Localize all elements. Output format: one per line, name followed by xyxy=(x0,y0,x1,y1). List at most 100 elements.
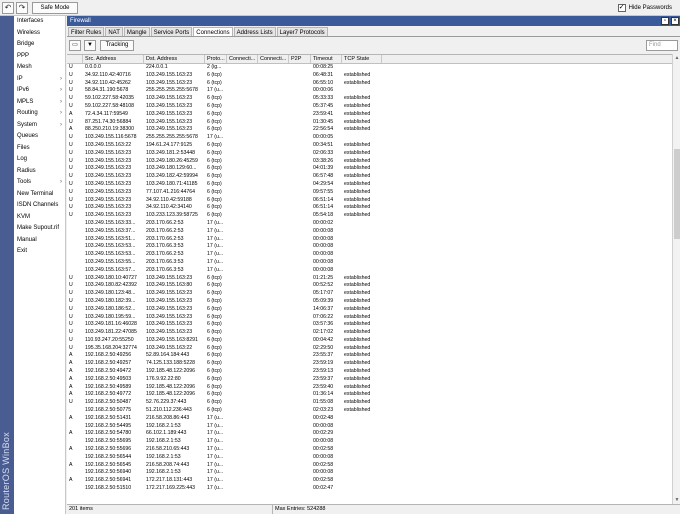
safe-mode-button[interactable]: Safe Mode xyxy=(32,2,78,14)
table-row[interactable]: U 103.249.155.163:23 103.249.182.42:59994 6… xyxy=(67,173,680,181)
menu-item-interfaces[interactable]: Interfaces xyxy=(14,16,65,28)
menu-item-log[interactable]: Log xyxy=(14,154,65,166)
table-row[interactable]: 192.168.2.50:51510 172.217.169.225:443 17 … xyxy=(67,485,680,493)
table-row[interactable]: 192.168.2.50:54495 192.168.2.1:53 17 (u...… xyxy=(67,423,680,431)
table-row[interactable]: 192.168.2.50:56940 192.168.2.1:53 17 (u...… xyxy=(67,469,680,477)
table-row[interactable]: 192.168.2.50:55695 192.168.2.1:53 17 (u...… xyxy=(67,438,680,446)
hide-passwords-checkbox[interactable]: ✓ xyxy=(617,4,626,12)
table-row[interactable]: U 192.168.2.50:50487 52.76.229.37:443 6 (tc… xyxy=(67,399,680,407)
menu-item-mesh[interactable]: Mesh xyxy=(14,62,65,74)
table-row[interactable]: U 110.93.247.20:55250 103.249.155.163:8291… xyxy=(67,337,680,345)
table-row[interactable]: 192.168.2.50:50775 51.210.112.236:443 6 (t… xyxy=(67,407,680,415)
table-row[interactable]: A 192.168.2.50:49503 176.9.92.22:80 6 (tcp)… xyxy=(67,376,680,384)
menu-item-kvm[interactable]: KVM xyxy=(14,212,65,224)
table-row[interactable]: U 103.249.155.163:23 34.92.110.42:34140 6 (… xyxy=(67,204,680,212)
table-row[interactable]: 103.249.155.163:37... 203.170.66.2:53 17 (… xyxy=(67,228,680,236)
redo-icon[interactable]: ↷ xyxy=(16,2,28,14)
table-row[interactable]: 103.249.155.163:53... 203.170.66.2:53 17 (… xyxy=(67,251,680,259)
table-row[interactable]: 103.249.155.163:33... 203.170.66.2:53 17 (… xyxy=(67,220,680,228)
column-header[interactable]: Connecti... xyxy=(258,55,289,63)
table-row[interactable]: U 59.102.227.58:42035 103.249.155.163:23 6 … xyxy=(67,95,680,103)
menu-item-files[interactable]: Files xyxy=(14,143,65,155)
menu-icon[interactable]: ▭ xyxy=(69,40,81,51)
menu-item-tools[interactable]: Tools › xyxy=(14,177,65,189)
column-header[interactable]: TCP State xyxy=(342,55,382,63)
vertical-scrollbar[interactable]: ▲ ▼ xyxy=(672,54,680,504)
table-row[interactable]: A 192.168.2.50:49257 74.125.133.188:5228 6 … xyxy=(67,360,680,368)
tab-address-lists[interactable]: Address Lists xyxy=(233,27,276,36)
menu-item-make-supout-rif[interactable]: Make Supout.rif xyxy=(14,223,65,235)
menu-item-system[interactable]: System › xyxy=(14,120,65,132)
table-row[interactable]: U 103.249.180.123:48... 103.249.155.163:23… xyxy=(67,290,680,298)
tab-connections[interactable]: Connections xyxy=(193,27,233,36)
scroll-down-icon[interactable]: ▼ xyxy=(673,496,680,504)
scroll-up-icon[interactable]: ▲ xyxy=(673,54,680,62)
table-row[interactable]: A 72.4.34.117:59549 103.249.155.163:23 6 (t… xyxy=(67,111,680,119)
column-header[interactable]: Timeout xyxy=(311,55,342,63)
find-input[interactable]: Find xyxy=(646,40,678,51)
table-row[interactable]: U 103.249.155.163:23 77.107.41.216:44764 6 … xyxy=(67,189,680,197)
table-row[interactable]: U 103.249.155.163:23 103.249.180.129:60...… xyxy=(67,165,680,173)
menu-item-queues[interactable]: Queues xyxy=(14,131,65,143)
table-row[interactable]: U 103.249.155.163:23 103.249.180.26:45259 6… xyxy=(67,158,680,166)
table-row[interactable]: A 192.168.2.50:49589 192.185.48.122:2096 6 … xyxy=(67,384,680,392)
undo-icon[interactable]: ↶ xyxy=(2,2,14,14)
menu-item-bridge[interactable]: Bridge xyxy=(14,39,65,51)
table-row[interactable]: U 87.251.74.30:56884 103.249.155.163:23 6 (… xyxy=(67,119,680,127)
table-row[interactable]: A 192.168.2.50:55696 216.58.210.65:443 17 (… xyxy=(67,446,680,454)
hide-passwords-toggle[interactable]: ✓ Hide Passwords xyxy=(617,3,672,13)
table-row[interactable]: U 103.249.155.116:5678 255.255.255.255:567… xyxy=(67,134,680,142)
table-row[interactable]: U 103.249.181.22:47085 103.249.155.163:23 6… xyxy=(67,329,680,337)
column-header[interactable]: Dst. Address xyxy=(144,55,205,63)
table-row[interactable]: U 103.249.155.163:23 34.92.110.42:59188 6 (… xyxy=(67,197,680,205)
menu-item-mpls[interactable]: MPLS › xyxy=(14,97,65,109)
menu-item-wireless[interactable]: Wireless xyxy=(14,28,65,40)
table-row[interactable]: 103.249.155.163:51... 203.170.66.2:53 17 (… xyxy=(67,236,680,244)
column-header[interactable] xyxy=(67,55,83,63)
close-icon[interactable]: × xyxy=(671,17,679,25)
column-header[interactable]: Connecti... xyxy=(227,55,258,63)
table-row[interactable]: U 103.249.155.163:23 103.249.181.2:53448 6 … xyxy=(67,150,680,158)
table-row[interactable]: U 59.102.227.58:48108 103.249.155.163:23 6 … xyxy=(67,103,680,111)
maximize-icon[interactable]: ▫ xyxy=(661,17,669,25)
filter-icon[interactable]: ▼ xyxy=(84,40,96,51)
table-row[interactable]: A 192.168.2.50:49256 52.89.164.184:443 6 (t… xyxy=(67,352,680,360)
tracking-button[interactable]: Tracking xyxy=(100,40,134,51)
table-row[interactable]: U 103.249.155.163:22 194.61.24.177:9125 6 (… xyxy=(67,142,680,150)
table-row[interactable]: U 58.84.31.190:5678 255.255.255.255:5678 17… xyxy=(67,87,680,95)
menu-item-exit[interactable]: Exit xyxy=(14,246,65,258)
table-row[interactable]: A 192.168.2.50:54780 66.102.1.189:443 17 (u… xyxy=(67,430,680,438)
tab-nat[interactable]: NAT xyxy=(105,27,123,36)
table-row[interactable]: 103.249.155.163:57... 203.170.66.3:53 17 (… xyxy=(67,267,680,275)
column-header[interactable]: Proto... xyxy=(205,55,227,63)
table-row[interactable]: U 34.92.110.42:40716 103.249.155.163:23 6 (… xyxy=(67,72,680,80)
table-row[interactable]: A 192.168.2.50:49472 192.185.48.122:2096 6 … xyxy=(67,368,680,376)
menu-item-radius[interactable]: Radius xyxy=(14,166,65,178)
table-row[interactable]: U 0.0.0.0 224.0.0.1 2 (ig... 00:08:25 xyxy=(67,64,680,72)
table-row[interactable]: U 195.35.168.204:32774 103.249.155.163:22 6… xyxy=(67,345,680,353)
table-row[interactable]: U 103.249.155.163:23 103.233.123.39:58725 6… xyxy=(67,212,680,220)
menu-item-new-terminal[interactable]: New Terminal xyxy=(14,189,65,201)
tab-filter-rules[interactable]: Filter Rules xyxy=(68,27,105,36)
table-row[interactable]: U 103.249.180.195:59... 103.249.155.163:23… xyxy=(67,314,680,322)
menu-item-ipv6[interactable]: IPv6 › xyxy=(14,85,65,97)
column-header[interactable]: P2P xyxy=(289,55,311,63)
table-row[interactable]: A 192.168.2.50:56545 216.58.208.74:443 17 (… xyxy=(67,462,680,470)
menu-item-routing[interactable]: Routing › xyxy=(14,108,65,120)
menu-item-isdn-channels[interactable]: ISDN Channels xyxy=(14,200,65,212)
tab-service-ports[interactable]: Service Ports xyxy=(150,27,193,36)
table-row[interactable]: A 192.168.2.50:49772 192.185.48.122:2096 6 … xyxy=(67,391,680,399)
table-row[interactable]: U 103.249.180.82:42392 103.249.155.163:80 6… xyxy=(67,282,680,290)
table-row[interactable]: U 103.249.180.10:40727 103.249.155.163:23 6… xyxy=(67,275,680,283)
table-row[interactable]: 192.168.2.50:56544 192.168.2.1:53 17 (u...… xyxy=(67,454,680,462)
table-row[interactable]: U 103.249.180.186:52... 103.249.155.163:23… xyxy=(67,306,680,314)
menu-item-manual[interactable]: Manual xyxy=(14,235,65,247)
table-row[interactable]: A 192.168.2.50:51431 216.58.208.86:443 17 (… xyxy=(67,415,680,423)
table-row[interactable]: A 88.250.210.19:38300 103.249.155.163:23 6 … xyxy=(67,126,680,134)
tab-mangle[interactable]: Mangle xyxy=(123,27,150,36)
column-header[interactable]: Src. Address xyxy=(83,55,144,63)
table-row[interactable]: U 103.249.181.16:46028 103.249.155.163:23 6… xyxy=(67,321,680,329)
tab-layer7-protocols[interactable]: Layer7 Protocols xyxy=(276,27,328,36)
table-row[interactable]: A 192.168.2.50:56941 172.217.18.131:443 17 … xyxy=(67,477,680,485)
menu-item-ppp[interactable]: PPP xyxy=(14,51,65,63)
